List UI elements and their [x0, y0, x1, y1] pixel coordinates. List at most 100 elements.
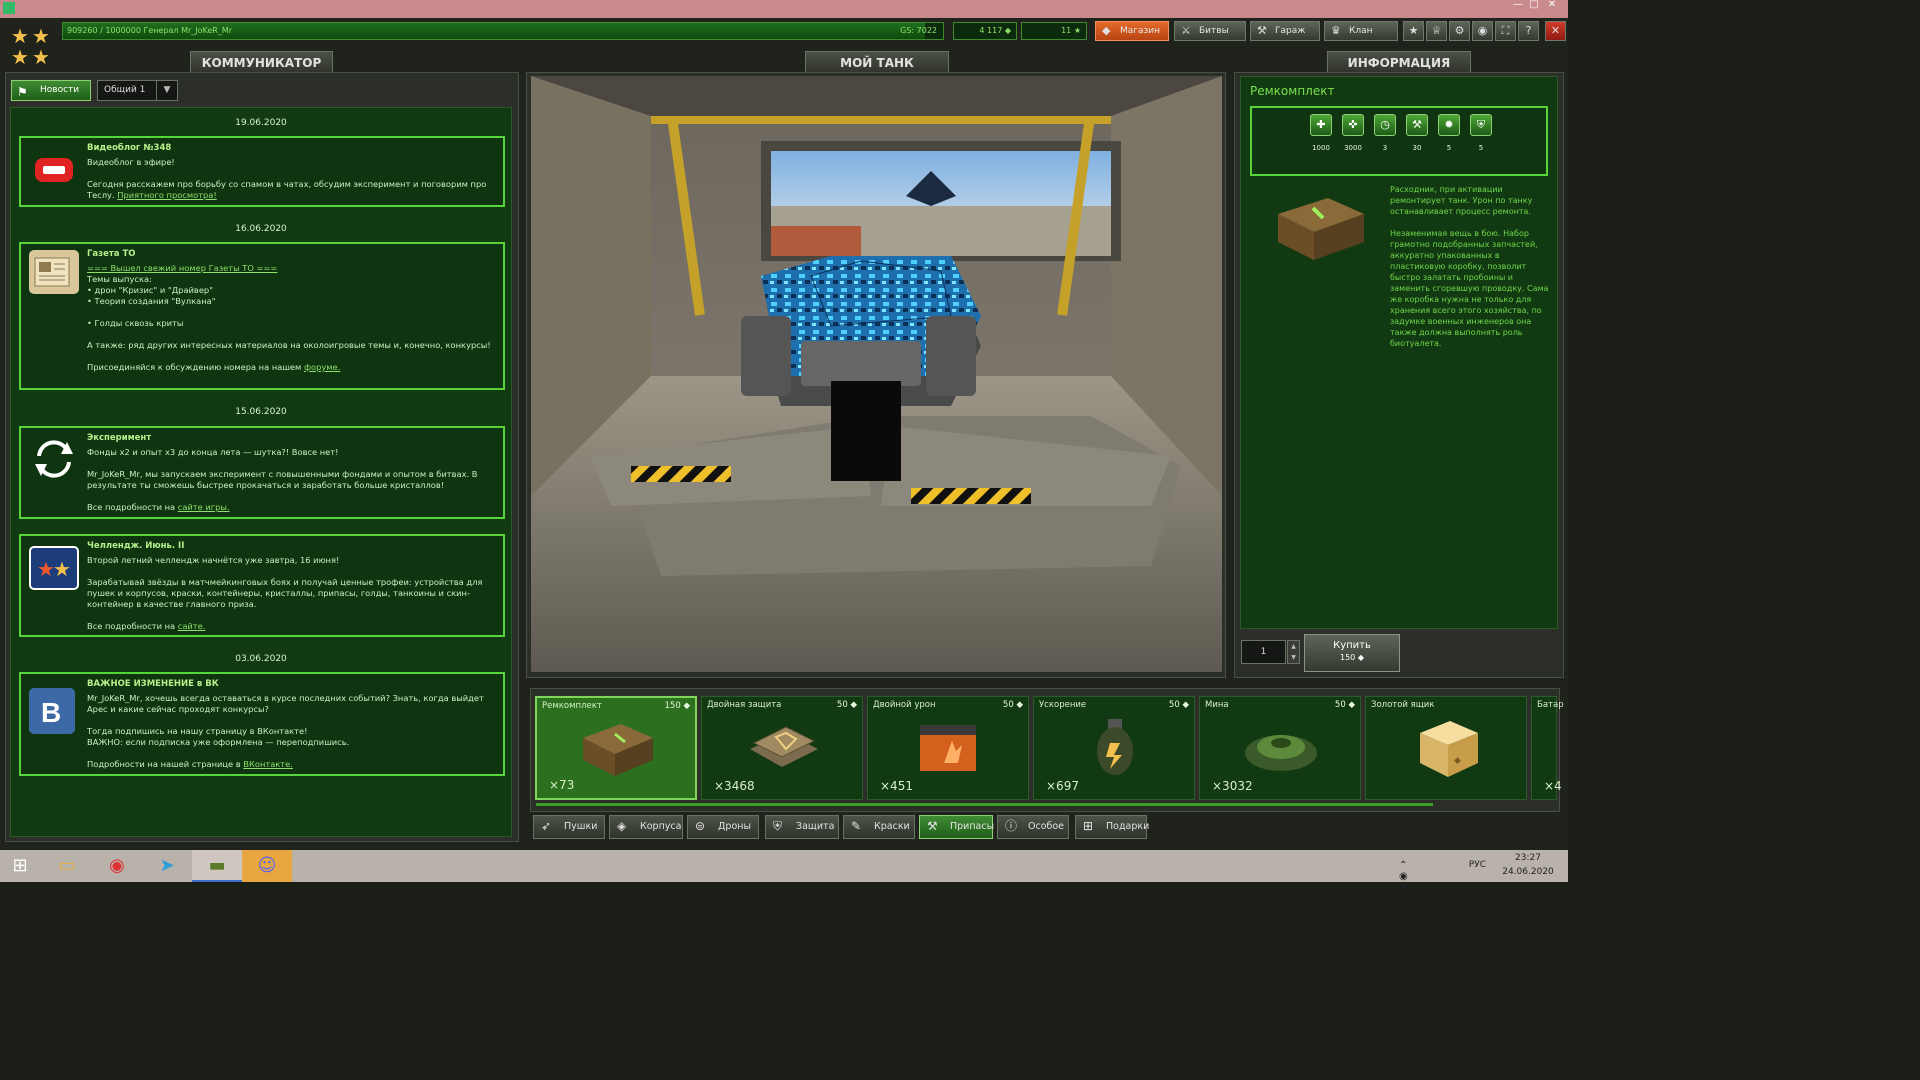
clock-date[interactable]: 24.06.2020 — [1498, 867, 1558, 877]
news-date: 15.06.2020 — [235, 407, 287, 417]
news-title: Газета ТО — [87, 249, 136, 259]
telegram-icon[interactable]: ➤ — [142, 850, 192, 882]
news-body: Видеоблог в эфире! Сегодня расскажем про… — [87, 157, 487, 200]
windows-start-icon[interactable]: ⊞ — [0, 850, 40, 882]
item-card-gold-box[interactable]: Золотой ящик ◆ — [1365, 696, 1527, 800]
property-heal-plus: ✜ 3000 — [1342, 114, 1364, 152]
news-link[interactable]: сайте игры. — [178, 502, 230, 512]
quantity-stepper[interactable]: ▲ ▼ — [1287, 640, 1300, 664]
fullscreen-icon[interactable]: ⛶ — [1495, 21, 1516, 41]
experience-bar: 909260 / 1000000 Генерал Mr_JoKeR_Mr GS:… — [62, 22, 944, 40]
tray-icons[interactable]: ⌃ ◉ ⚑ ♪ — [1399, 860, 1408, 904]
tab-communicator: КОММУНИКАТОР — [190, 51, 333, 73]
settings-icon[interactable]: ⚙ — [1449, 21, 1470, 41]
clock-time[interactable]: 23:27 — [1498, 853, 1558, 863]
news-button[interactable]: ⚑ Новости — [11, 80, 91, 101]
news-item-challenge: ★ ★ Челлендж. Июнь. II Второй летний челл… — [19, 534, 505, 637]
category-protection[interactable]: ⛨ Защита — [765, 815, 839, 839]
tank-preview[interactable] — [531, 76, 1222, 672]
news-date: 16.06.2020 — [235, 224, 287, 234]
gold-box-icon: ◆ — [1406, 713, 1488, 779]
clan-button[interactable]: ♛ Клан — [1324, 21, 1398, 41]
news-item-vk: B ВАЖНОЕ ИЗМЕНЕНИЕ в ВК Mr_JoKeR_Mr, хоч… — [19, 672, 505, 776]
buy-button[interactable]: Купить 150 ◆ — [1304, 634, 1400, 672]
item-properties: ✚ 1000 ✜ 3000 ◷ 3 ⚒ 30 ✹ 5 ⛨ 5 — [1250, 106, 1548, 176]
news-item-experiment: Эксперимент Фонды x2 и опыт x3 до конца … — [19, 426, 505, 519]
mine-icon — [1240, 713, 1322, 779]
garage-button[interactable]: ⚒ Гараж — [1250, 21, 1320, 41]
repair-icon: ⚒ — [1406, 114, 1428, 136]
sound-icon[interactable]: ◉ — [1472, 21, 1493, 41]
window-close-button[interactable]: ✕ — [1538, 0, 1566, 12]
cooldown-icon: ◷ — [1374, 114, 1396, 136]
wrench-icon: ⚒ — [927, 819, 938, 833]
item-card-mine[interactable]: Мина 50 ◆ ×3032 — [1199, 696, 1361, 800]
flag-icon: ⚑ — [17, 85, 28, 99]
news-feed[interactable]: 19.06.2020 Видеоблог №348 Видеоблог в эф… — [10, 107, 512, 837]
channel-select[interactable]: Общий 1 ▼ — [97, 80, 178, 101]
news-date: 03.06.2020 — [235, 654, 287, 664]
star-icon[interactable]: ★ — [1403, 21, 1424, 41]
brush-icon: ✎ — [851, 819, 862, 833]
category-drones[interactable]: ⊜ Дроны — [687, 815, 759, 839]
svg-text:◆: ◆ — [1454, 756, 1461, 766]
category-supplies[interactable]: ⚒ Припасы — [919, 815, 994, 839]
property-heal: ✚ 1000 — [1310, 114, 1332, 152]
file-explorer-icon[interactable]: ▭ — [42, 850, 92, 882]
news-link[interactable]: ВКонтакте. — [243, 759, 293, 769]
shop-button[interactable]: ◆ Магазин — [1095, 21, 1169, 41]
window-titlebar: — □ ✕ — [0, 0, 1568, 18]
item-card-double-armor[interactable]: Двойная защита 50 ◆ ×3468 — [701, 696, 863, 800]
item-card-repair-kit[interactable]: Ремкомплект 150 ◆ ×73 — [535, 696, 697, 800]
double-damage-icon — [908, 713, 990, 779]
refresh-icon — [29, 436, 79, 480]
help-icon[interactable]: ? — [1518, 21, 1539, 41]
gun-icon: ➶ — [541, 819, 552, 833]
news-item-newspaper: Газета ТО === Вышел свежий номер Газеты … — [19, 242, 505, 390]
gear-score: GS: 7022 — [900, 26, 937, 35]
wrench-icon: ⚒ — [1257, 24, 1267, 37]
chrome-icon[interactable]: ◉ — [92, 850, 142, 882]
item-card-double-damage[interactable]: Двойной урон 50 ◆ ×451 — [867, 696, 1029, 800]
exclamation-icon: ⓘ — [1005, 819, 1018, 833]
language-indicator[interactable]: РУС — [1469, 860, 1486, 870]
tanki-online-icon[interactable]: ▬ — [192, 850, 242, 882]
discord-icon[interactable]: ☺ — [242, 850, 292, 882]
category-gifts[interactable]: ⊞ Подарки — [1075, 815, 1149, 839]
quantity-input[interactable]: 1 — [1241, 640, 1286, 664]
chevron-down-icon: ▼ — [156, 81, 177, 100]
item-card-battery[interactable]: Батар ×4 — [1531, 696, 1564, 800]
hull-icon: ◈ — [617, 819, 627, 833]
property-repair: ⚒ 30 — [1406, 114, 1428, 152]
buy-label: Купить — [1333, 640, 1371, 651]
shield-icon: ⛨ — [773, 819, 783, 833]
achievements-icon[interactable]: ♕ — [1426, 21, 1447, 41]
news-link[interactable]: === Вышел свежий номер Газеты ТО === — [87, 263, 277, 273]
heal-icon: ✚ — [1310, 114, 1332, 136]
repair-kit-image — [1268, 184, 1368, 264]
property-shield: ⛨ 5 — [1470, 114, 1492, 152]
category-special[interactable]: ⓘ Особое — [997, 815, 1069, 839]
newspaper-icon — [29, 250, 79, 294]
items-scrollbar[interactable] — [536, 803, 1433, 806]
category-paints[interactable]: ✎ Краски — [843, 815, 915, 839]
news-body: Фонды x2 и опыт x3 до конца лета — шутка… — [87, 447, 478, 512]
exit-icon[interactable]: ✕ — [1545, 21, 1566, 41]
news-link[interactable]: форуме. — [304, 362, 340, 372]
news-body: Mr_JoKeR_Mr, хочешь всегда оставаться в … — [87, 693, 484, 769]
category-guns[interactable]: ➶ Пушки — [533, 815, 605, 839]
item-description: Расходник, при активации ремонтирует тан… — [1390, 185, 1549, 348]
repair-kit-icon — [577, 714, 659, 780]
taskbar: ⊞ ▭ ◉ ➤ ▬ ☺ ⌃ ◉ ⚑ ♪ РУС 23:27 24.06.2020 — [0, 850, 1568, 904]
news-title: ВАЖНОЕ ИЗМЕНЕНИЕ в ВК — [87, 679, 219, 689]
news-link[interactable]: сайте. — [178, 621, 206, 631]
news-link[interactable]: Приятного просмотра! — [117, 190, 216, 200]
item-card-speed-boost[interactable]: Ускорение 50 ◆ ×697 — [1033, 696, 1195, 800]
swords-icon: ⚔ — [1181, 24, 1191, 37]
heal-plus-icon: ✜ — [1342, 114, 1364, 136]
diamond-icon: ◆ — [1102, 24, 1111, 37]
battles-button[interactable]: ⚔ Битвы — [1174, 21, 1246, 41]
gift-icon: ⊞ — [1083, 819, 1094, 833]
category-hulls[interactable]: ◈ Корпуса — [609, 815, 683, 839]
news-item-videoblog: Видеоблог №348 Видеоблог в эфире! Сегодн… — [19, 136, 505, 207]
